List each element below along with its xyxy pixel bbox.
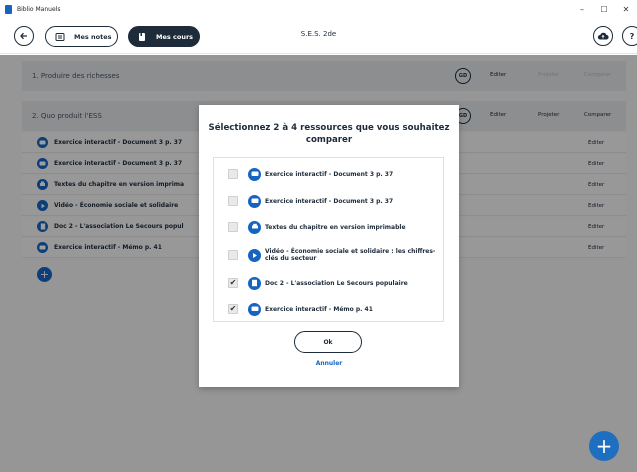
play-icon xyxy=(248,248,261,262)
checkbox[interactable]: ✔ xyxy=(228,304,238,314)
add-fab-button[interactable]: + xyxy=(589,431,619,461)
checkbox[interactable] xyxy=(228,222,238,232)
select-item[interactable]: Exercice interactif - Document 3 p. 37 xyxy=(214,162,443,186)
checkbox[interactable]: ✔ xyxy=(228,278,238,288)
sync-button[interactable] xyxy=(593,26,613,46)
chat-icon xyxy=(248,194,261,208)
select-item[interactable]: Exercice interactif - Document 3 p. 37 xyxy=(214,189,443,213)
item-label: Exercice interactif - Document 3 p. 37 xyxy=(265,170,394,178)
page-title: S.E.S. 2de xyxy=(300,30,337,38)
select-item[interactable]: Textes du chapitre en version imprimable xyxy=(214,215,443,239)
help-button[interactable]: ? xyxy=(622,26,637,46)
item-label: Doc 2 - L'association Le Secours populai… xyxy=(265,279,408,287)
minimize-button[interactable]: – xyxy=(571,0,593,18)
maximize-button[interactable]: ☐ xyxy=(593,0,615,18)
select-item[interactable]: Vidéo - Économie sociale et solidaire : … xyxy=(214,241,443,269)
close-button[interactable]: ✕ xyxy=(615,0,637,18)
cloud-icon xyxy=(597,32,609,40)
checkbox[interactable] xyxy=(228,196,238,206)
document-icon xyxy=(248,276,261,290)
item-label: Textes du chapitre en version imprimable xyxy=(265,223,406,231)
resource-select-list: Exercice interactif - Document 3 p. 37 E… xyxy=(213,157,444,322)
window-titlebar: Biblio Manuels – ☐ ✕ xyxy=(0,0,637,18)
app-logo-icon xyxy=(5,4,12,14)
print-icon xyxy=(248,220,261,234)
compare-dialog: Sélectionnez 2 à 4 ressources que vous s… xyxy=(199,105,459,387)
checkbox[interactable] xyxy=(228,169,238,179)
item-label: Vidéo - Économie sociale et solidaire : … xyxy=(265,247,436,262)
chat-icon xyxy=(248,302,261,316)
window-title: Biblio Manuels xyxy=(17,5,61,13)
item-label: Exercice interactif - Document 3 p. 37 xyxy=(265,197,394,205)
ok-button[interactable]: Ok xyxy=(294,331,362,353)
cancel-link[interactable]: Annuler xyxy=(199,360,459,367)
select-item[interactable]: ✔ Doc 2 - L'association Le Secours popul… xyxy=(214,271,443,295)
dialog-title: Sélectionnez 2 à 4 ressources que vous s… xyxy=(208,123,450,145)
item-label: Exercice interactif - Mémo p. 41 xyxy=(265,305,373,313)
chat-icon xyxy=(248,167,261,181)
app-header: Mes notes Mes cours S.E.S. 2de ? xyxy=(0,18,637,54)
select-item[interactable]: ✔ Exercice interactif - Mémo p. 41 xyxy=(214,297,443,321)
window-controls: – ☐ ✕ xyxy=(571,0,637,18)
checkbox[interactable] xyxy=(228,250,238,260)
